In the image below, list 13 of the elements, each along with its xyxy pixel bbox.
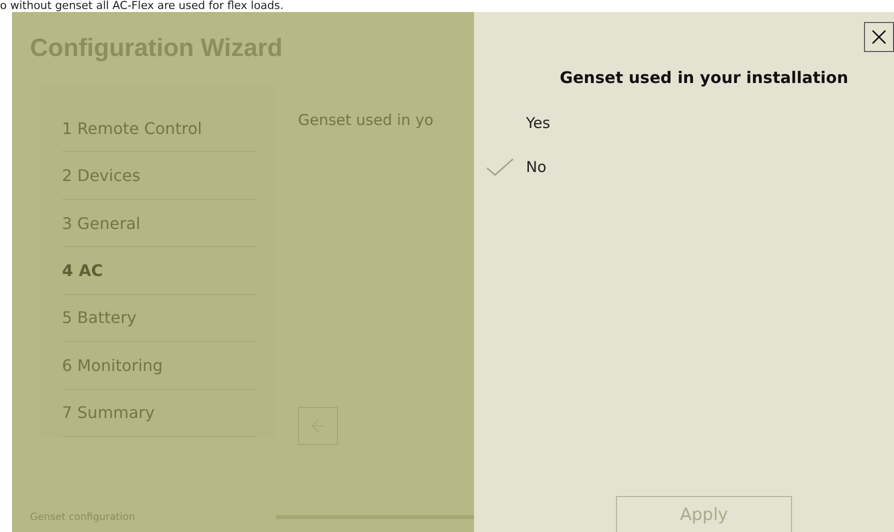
step-item[interactable]: 2 Devices <box>62 152 256 200</box>
step-item[interactable]: 3 General <box>62 200 256 248</box>
step-item[interactable]: 4 AC <box>62 247 256 295</box>
description-text: o without genset all AC-Flex are used for flex loads. <box>0 0 284 12</box>
option-item[interactable]: Yes <box>526 114 550 132</box>
step-item[interactable]: 5 Battery <box>62 294 256 342</box>
step-item[interactable]: 1 Remote Control <box>62 105 256 152</box>
dialog-title: Genset used in your installation <box>558 68 850 87</box>
step-item[interactable]: 6 Monitoring <box>62 342 256 390</box>
step-item[interactable]: 7 Summary <box>62 390 256 437</box>
option-item[interactable]: No <box>526 158 546 176</box>
question-label: Genset used in yo <box>298 111 434 129</box>
close-button[interactable] <box>864 22 894 52</box>
